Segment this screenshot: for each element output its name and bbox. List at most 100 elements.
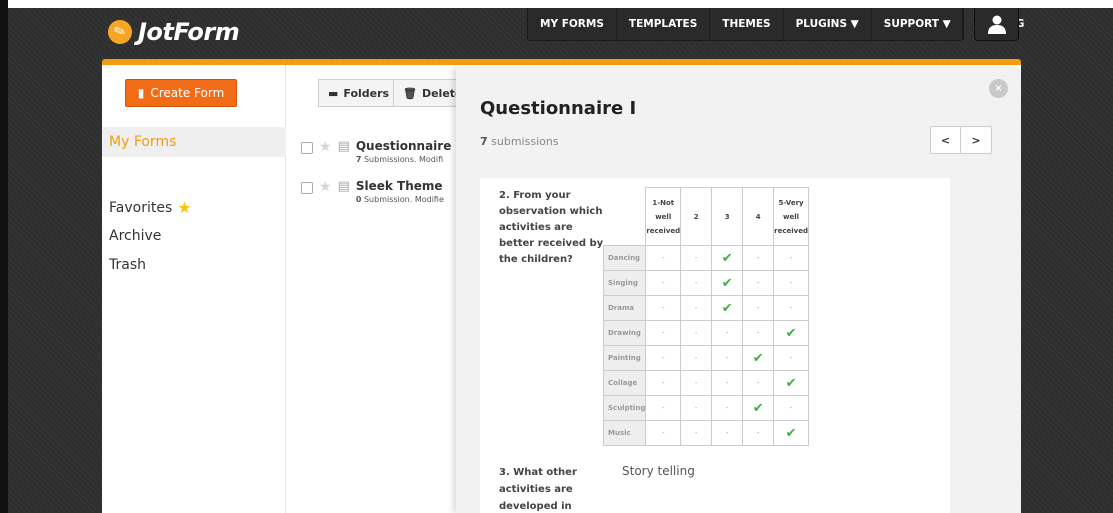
check-icon: ✔ bbox=[773, 320, 809, 346]
matrix-empty-cell: - bbox=[645, 270, 682, 296]
top-edge bbox=[8, 0, 1113, 8]
matrix-row-label: Sculpting bbox=[602, 395, 647, 421]
document-icon: ▤ bbox=[337, 139, 350, 154]
nav-support[interactable]: SUPPORT ▼ bbox=[872, 8, 964, 40]
logo-text: JotForm bbox=[138, 18, 240, 46]
sidebar: ▮ Create Form My Forms Favorites ★ Archi… bbox=[102, 65, 286, 513]
matrix-row: Painting - - - ✔ - bbox=[602, 345, 809, 371]
form-row[interactable]: ★ ▤ Sleek Theme 0 Submission. Modifie bbox=[301, 179, 444, 204]
sidebar-item-my-forms[interactable]: My Forms bbox=[102, 127, 286, 157]
submissions-modal: × Questionnaire I 7 submissions < > 2. F… bbox=[456, 68, 1021, 513]
matrix-empty-cell: - bbox=[680, 370, 713, 396]
check-icon: ✔ bbox=[742, 395, 775, 421]
prev-button[interactable]: < bbox=[931, 127, 961, 153]
matrix-empty-cell: - bbox=[742, 370, 775, 396]
form-meta: 0 Submission. Modifie bbox=[355, 195, 444, 204]
folder-icon: ▬ bbox=[328, 86, 339, 100]
matrix-empty-cell: - bbox=[742, 245, 775, 271]
top-navigation: MY FORMS TEMPLATES THEMES PLUGINS ▼ SUPP… bbox=[527, 8, 1024, 41]
matrix-table: 1-Not well received 2 3 4 5-Very well re… bbox=[602, 187, 809, 446]
sidebar-item-favorites[interactable]: Favorites ★ bbox=[109, 198, 192, 217]
left-edge bbox=[0, 0, 8, 513]
matrix-column-header: 5-Very well received bbox=[773, 187, 809, 246]
matrix-row: Drama - - ✔ - - bbox=[602, 295, 809, 321]
matrix-empty-cell: - bbox=[645, 345, 682, 371]
form-title[interactable]: Questionnaire I bbox=[356, 139, 460, 153]
matrix-column-header: 4 bbox=[742, 187, 775, 246]
matrix-row: Drawing - - - - ✔ bbox=[602, 320, 809, 346]
matrix-empty-cell: - bbox=[645, 320, 682, 346]
next-button[interactable]: > bbox=[961, 127, 991, 153]
nav-plugins[interactable]: PLUGINS ▼ bbox=[784, 8, 872, 40]
matrix-empty-cell: - bbox=[711, 345, 744, 371]
close-icon[interactable]: × bbox=[989, 79, 1008, 98]
matrix-empty-cell: - bbox=[773, 295, 809, 321]
matrix-empty-cell: - bbox=[645, 245, 682, 271]
matrix-empty-cell: - bbox=[711, 395, 744, 421]
submission-card: 2. From your observation which activitie… bbox=[480, 178, 950, 513]
matrix-empty-cell: - bbox=[742, 295, 775, 321]
matrix-row-label: Collage bbox=[602, 370, 647, 396]
sidebar-item-archive[interactable]: Archive bbox=[109, 228, 161, 244]
star-icon[interactable]: ★ bbox=[319, 179, 332, 195]
form-info: Sleek Theme 0 Submission. Modifie bbox=[356, 179, 444, 204]
sidebar-item-trash[interactable]: Trash bbox=[109, 257, 146, 273]
matrix-empty-cell: - bbox=[645, 420, 682, 446]
matrix-row-label: Music bbox=[602, 420, 647, 446]
matrix-empty-cell: - bbox=[711, 420, 744, 446]
matrix-empty-cell: - bbox=[773, 270, 809, 296]
nav-my-forms[interactable]: MY FORMS bbox=[528, 8, 617, 40]
user-avatar-button[interactable] bbox=[974, 8, 1019, 41]
matrix-row: Music - - - - ✔ bbox=[602, 420, 809, 446]
matrix-empty-cell: - bbox=[680, 345, 713, 371]
matrix-empty-cell: - bbox=[773, 345, 809, 371]
check-icon: ✔ bbox=[742, 345, 775, 371]
matrix-empty-cell: - bbox=[773, 395, 809, 421]
new-document-icon: ▮ bbox=[137, 86, 145, 100]
matrix-row: Dancing - - ✔ - - bbox=[602, 245, 809, 271]
create-form-label: Create Form bbox=[150, 86, 225, 100]
matrix-header-row: 1-Not well received 2 3 4 5-Very well re… bbox=[604, 187, 809, 246]
modal-title: Questionnaire I bbox=[480, 98, 637, 119]
nav-templates[interactable]: TEMPLATES bbox=[617, 8, 711, 40]
question-3-text: 3. What other activities are developed i… bbox=[499, 467, 577, 512]
create-form-button[interactable]: ▮ Create Form bbox=[125, 79, 237, 107]
matrix-empty-cell: - bbox=[711, 320, 744, 346]
matrix-row: Sculpting - - - ✔ - bbox=[602, 395, 809, 421]
trash-icon: 🗑 bbox=[403, 86, 417, 100]
matrix-empty-cell: - bbox=[680, 270, 713, 296]
document-icon: ▤ bbox=[337, 179, 350, 194]
form-info: Questionnaire I 7 Submissions. Modifi bbox=[356, 139, 460, 164]
matrix-empty-cell: - bbox=[680, 295, 713, 321]
matrix-row-label: Drawing bbox=[602, 320, 647, 346]
matrix-row: Collage - - - - ✔ bbox=[602, 370, 809, 396]
matrix-row-label: Drama bbox=[602, 295, 647, 321]
matrix-empty-cell: - bbox=[742, 270, 775, 296]
matrix-empty-cell: - bbox=[680, 245, 713, 271]
matrix-column-header: 3 bbox=[711, 187, 744, 246]
folders-button[interactable]: ▬ Folders bbox=[318, 79, 400, 107]
matrix-empty-cell: - bbox=[742, 420, 775, 446]
matrix-empty-cell: - bbox=[645, 395, 682, 421]
matrix-empty-cell: - bbox=[680, 320, 713, 346]
question-2-text: 2. From your observation which activitie… bbox=[499, 190, 604, 265]
form-row[interactable]: ★ ▤ Questionnaire I 7 Submissions. Modif… bbox=[301, 139, 460, 164]
matrix-corner bbox=[604, 188, 646, 246]
submission-count: 7 submissions bbox=[480, 135, 559, 148]
form-checkbox[interactable] bbox=[301, 182, 313, 194]
favorites-label: Favorites bbox=[109, 199, 173, 216]
form-checkbox[interactable] bbox=[301, 142, 313, 154]
matrix-row-label: Singing bbox=[602, 270, 647, 296]
check-icon: ✔ bbox=[773, 420, 809, 446]
star-icon[interactable]: ★ bbox=[319, 139, 332, 155]
jotform-logo[interactable]: ✎ JotForm bbox=[104, 16, 240, 48]
matrix-empty-cell: - bbox=[711, 370, 744, 396]
folders-label: Folders bbox=[343, 86, 390, 100]
matrix-row-label: Painting bbox=[602, 345, 647, 371]
check-icon: ✔ bbox=[773, 370, 809, 396]
matrix-empty-cell: - bbox=[645, 370, 682, 396]
matrix-empty-cell: - bbox=[645, 295, 682, 321]
nav-themes[interactable]: THEMES bbox=[710, 8, 784, 40]
form-title[interactable]: Sleek Theme bbox=[356, 179, 444, 193]
question-3-answer: Story telling bbox=[622, 464, 695, 478]
